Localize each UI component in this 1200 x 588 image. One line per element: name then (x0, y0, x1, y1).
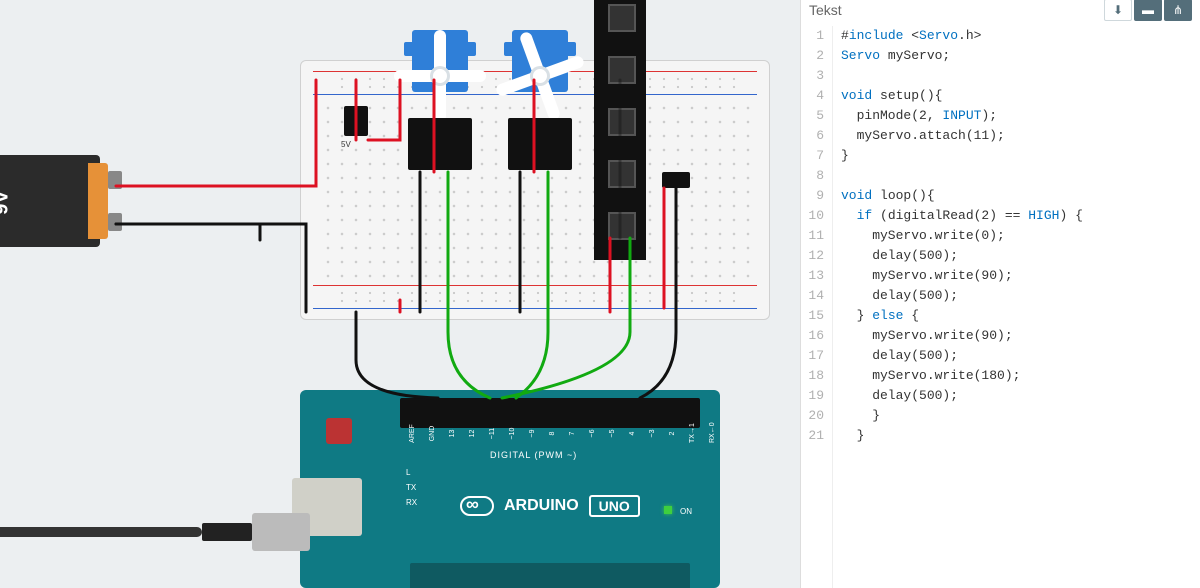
usb-cable[interactable]: ⚡ (0, 505, 310, 575)
servo-2[interactable] (504, 30, 576, 114)
arduino-on-label: ON (680, 507, 692, 516)
arduino-logo: ARDUINO UNO (460, 495, 640, 517)
save-button[interactable]: ▬ (1134, 0, 1162, 21)
voltage-regulator[interactable] (344, 106, 368, 136)
battery-terminal-pos[interactable] (108, 171, 122, 189)
arduino-model: UNO (589, 495, 640, 517)
arduino-uno[interactable]: AREFGND1312~11~10~987~6~54~32TX→1RX←0 DI… (300, 390, 720, 588)
download-icon: ⬇ (1113, 3, 1123, 17)
arduino-pin-labels: AREFGND1312~11~10~987~6~54~32TX→1RX←0 (406, 430, 725, 437)
save-icon: ▬ (1142, 3, 1154, 17)
power-rail-bottom[interactable] (313, 283, 757, 311)
code-editor[interactable]: 123456789101112131415161718192021 #inclu… (801, 22, 1200, 588)
source-code[interactable]: #include <Servo.h> Servo myServo; void s… (833, 26, 1083, 588)
usb-plug[interactable] (252, 513, 310, 551)
arduino-on-led (664, 506, 672, 514)
slide-switch[interactable] (662, 172, 690, 188)
servo-1-connector[interactable] (408, 118, 472, 170)
arduino-brand: ARDUINO (504, 497, 579, 515)
arduino-side-labels: LTXRX (406, 468, 417, 507)
code-panel: Tekst ⬇ ▬ ⋔ 1234567891011121314151617181… (800, 0, 1200, 588)
arduino-infinity-icon (460, 496, 494, 516)
digital-pwm-label: DIGITAL (PWM ~) (490, 450, 577, 460)
servo-2-connector[interactable] (508, 118, 572, 170)
line-numbers: 123456789101112131415161718192021 (801, 26, 833, 588)
share-icon: ⋔ (1173, 3, 1183, 17)
battery-terminal-neg[interactable] (108, 213, 122, 231)
code-header: Tekst ⬇ ▬ ⋔ (801, 0, 1200, 22)
share-button[interactable]: ⋔ (1164, 0, 1192, 21)
neopixel-strip[interactable] (594, 0, 646, 260)
circuit-canvas[interactable]: 9V 5V AREFGND1312~11~10~987~6~54~32TX→1R… (0, 0, 800, 588)
code-title: Tekst (809, 2, 842, 18)
download-button[interactable]: ⬇ (1104, 0, 1132, 21)
battery-label: 9V (0, 190, 14, 214)
servo-1[interactable] (404, 30, 476, 114)
battery-9v[interactable]: 9V (0, 155, 100, 247)
regulator-label: 5V (340, 140, 352, 149)
arduino-reset-button[interactable] (326, 418, 352, 444)
